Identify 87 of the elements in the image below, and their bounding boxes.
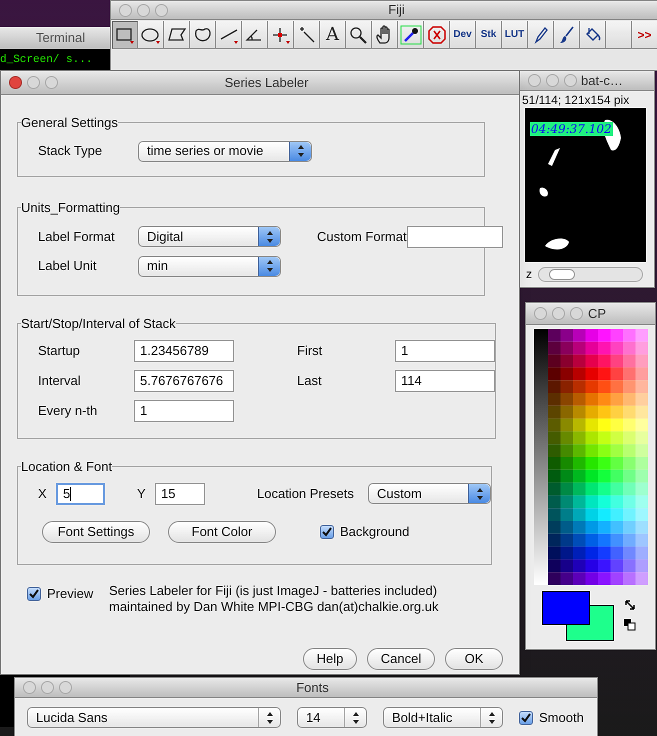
dropdown-arrows-icon bbox=[258, 256, 280, 276]
input-field[interactable]: 5 bbox=[56, 482, 105, 504]
tool-button[interactable]: >> bbox=[632, 21, 657, 49]
field-label: Startup bbox=[38, 342, 81, 360]
field-label: Location Presets bbox=[257, 484, 355, 503]
tool-button[interactable] bbox=[528, 21, 554, 49]
eyedropper-icon bbox=[400, 24, 422, 44]
dropdown-arrows-icon bbox=[468, 484, 490, 503]
window-title: Series Labeler bbox=[224, 74, 308, 92]
dropdown[interactable]: Digital bbox=[138, 226, 281, 247]
dropdown[interactable]: Lucida Sans bbox=[27, 707, 281, 728]
tool-button[interactable] bbox=[190, 21, 216, 49]
field-label: Custom Format bbox=[317, 228, 407, 246]
image-info: 51/114; 121x154 pix bbox=[521, 92, 630, 108]
group-title: Location & Font bbox=[21, 458, 112, 476]
dropdown[interactable]: Custom bbox=[368, 483, 491, 504]
input-field[interactable]: 1 bbox=[134, 400, 234, 422]
tool-button[interactable] bbox=[164, 21, 190, 49]
terminal-line: d_Screen/ s... bbox=[0, 53, 94, 68]
reset-colors-icon[interactable] bbox=[624, 619, 636, 631]
tool-button[interactable] bbox=[580, 21, 606, 49]
input-field[interactable] bbox=[406, 226, 503, 248]
push-button[interactable]: Help bbox=[303, 648, 357, 670]
time-label: 04:49:37.102 bbox=[530, 122, 613, 136]
scroll-bar[interactable] bbox=[538, 266, 643, 282]
info-text: maintained by Dan White MPI-CBG dan(at)chalkie.org.uk bbox=[109, 599, 438, 615]
tool-button[interactable] bbox=[346, 21, 372, 49]
tool-button[interactable]: Stk bbox=[476, 21, 502, 49]
dropdown-arrows-icon bbox=[258, 227, 280, 246]
checkbox-label: Background bbox=[340, 522, 410, 541]
tool-button[interactable] bbox=[242, 21, 268, 49]
scroll-thumb[interactable] bbox=[549, 268, 575, 280]
field-label: Stack Type bbox=[38, 142, 104, 160]
dropdown[interactable]: time series or movie bbox=[138, 140, 312, 162]
field-label: X bbox=[38, 484, 48, 503]
tool-button[interactable] bbox=[294, 21, 320, 49]
slider-label: z bbox=[526, 266, 532, 283]
tool-button[interactable] bbox=[372, 21, 398, 49]
field-label: Every n-th bbox=[38, 402, 98, 420]
tool-button[interactable] bbox=[554, 21, 580, 49]
checkbox[interactable] bbox=[519, 710, 533, 724]
info-text: Series Labeler for Fiji (is just ImageJ - batteries included) bbox=[109, 583, 438, 599]
window-title: CP bbox=[588, 304, 606, 323]
input-field[interactable]: 114 bbox=[395, 370, 495, 392]
window-title: Fiji bbox=[388, 1, 405, 20]
push-button[interactable]: OK bbox=[445, 648, 503, 670]
dropdown-arrows-icon bbox=[289, 142, 311, 160]
group-title: General Settings bbox=[21, 114, 118, 132]
input-field[interactable]: 15 bbox=[155, 482, 205, 504]
tool-button[interactable] bbox=[216, 21, 242, 49]
stop-sign-icon bbox=[426, 24, 448, 44]
tool-button[interactable] bbox=[268, 21, 294, 49]
checkbox[interactable] bbox=[320, 524, 334, 538]
field-label: Label Format bbox=[38, 228, 116, 246]
field-label: Label Unit bbox=[38, 257, 98, 276]
input-field[interactable]: 5.7676767676 bbox=[134, 370, 234, 392]
push-button[interactable]: Font Color bbox=[168, 520, 276, 542]
window-title: Fonts bbox=[296, 678, 329, 697]
dropdown[interactable]: min bbox=[138, 256, 281, 276]
checkbox-label: Preview bbox=[47, 585, 94, 603]
dropdown[interactable]: 14 bbox=[297, 707, 367, 728]
close-control[interactable] bbox=[9, 76, 22, 89]
field-label: Interval bbox=[38, 372, 82, 390]
foreground-swatch[interactable] bbox=[542, 591, 590, 625]
input-field[interactable]: 1.23456789 bbox=[134, 340, 234, 362]
field-label: Last bbox=[297, 372, 323, 390]
tool-button[interactable]: A bbox=[320, 21, 346, 49]
input-field[interactable]: 1 bbox=[395, 340, 495, 362]
group-title: Start/Stop/Interval of Stack bbox=[21, 315, 176, 333]
dropdown[interactable]: Bold+Italic bbox=[383, 707, 503, 728]
tool-button[interactable]: LUT bbox=[502, 21, 528, 49]
search-icon bbox=[348, 24, 370, 44]
field-label: Y bbox=[137, 484, 147, 503]
tool-button[interactable] bbox=[398, 21, 424, 49]
checkbox[interactable] bbox=[27, 586, 41, 601]
swap-icon[interactable] bbox=[624, 599, 636, 611]
window-title: Terminal bbox=[36, 29, 86, 48]
field-label: First bbox=[297, 342, 324, 360]
tool-button[interactable] bbox=[138, 21, 164, 49]
color-palette-drawing[interactable] bbox=[534, 329, 648, 585]
tool-button[interactable] bbox=[112, 21, 138, 49]
checkbox-label: Smooth bbox=[539, 708, 584, 727]
window-title: bat-c… bbox=[581, 72, 623, 90]
tool-button[interactable]: Dev bbox=[450, 21, 476, 49]
push-button[interactable]: Font Settings bbox=[42, 520, 150, 542]
group-title: Units_Formatting bbox=[21, 199, 120, 217]
push-button[interactable]: Cancel bbox=[367, 648, 435, 670]
